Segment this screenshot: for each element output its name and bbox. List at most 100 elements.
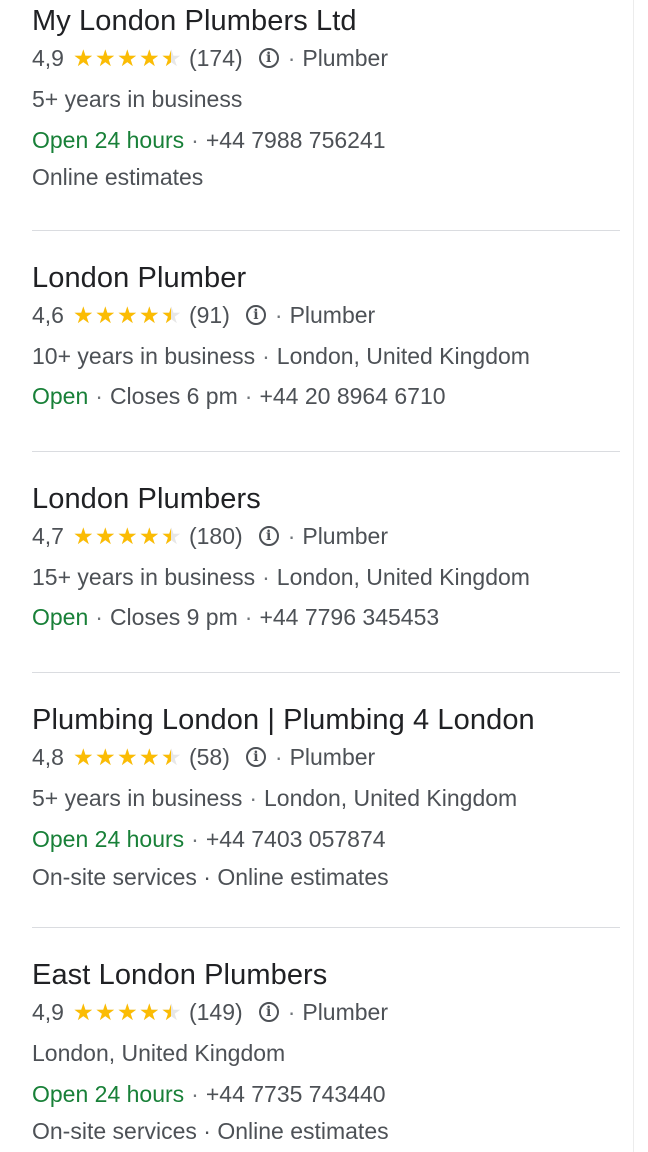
rating-value: 4,9 xyxy=(32,999,64,1025)
business-details: London, United Kingdom xyxy=(32,1038,622,1068)
star-icon: ★ ★ xyxy=(138,744,160,770)
review-count[interactable]: (149) xyxy=(189,997,243,1027)
open-status: Open 24 hours xyxy=(32,826,185,852)
business-category: Plumber xyxy=(302,523,389,549)
star-icon: ★ ★ xyxy=(160,302,182,328)
separator: · xyxy=(262,564,270,590)
star-icon: ★ ★ xyxy=(94,45,116,71)
star-rating: ★ ★ ★ ★ ★ ★ ★ ★ ★ ★ xyxy=(73,999,182,1025)
separator: · xyxy=(244,383,253,409)
listing-divider xyxy=(32,230,620,231)
star-icon: ★ ★ xyxy=(138,523,160,549)
hours-phone-row: Open · Closes 6 pm · +44 20 8964 6710 xyxy=(32,381,622,411)
business-location: London, United Kingdom xyxy=(276,343,530,369)
separator: · xyxy=(191,127,199,153)
star-icon: ★ ★ xyxy=(116,302,138,328)
rating-value: 4,8 xyxy=(32,744,64,770)
results-panel-edge xyxy=(633,0,634,1152)
closing-time: Closes 9 pm xyxy=(109,604,238,630)
listing-divider xyxy=(32,672,620,673)
star-rating: ★ ★ ★ ★ ★ ★ ★ ★ ★ ★ xyxy=(72,302,182,328)
years-in-business: 5+ years in business xyxy=(32,785,243,811)
separator: · xyxy=(274,744,283,770)
business-name[interactable]: East London Plumbers xyxy=(32,958,622,992)
star-icon: ★ ★ xyxy=(72,302,94,328)
business-name[interactable]: My London Plumbers Ltd xyxy=(32,4,622,38)
hours-phone-row: Open 24 hours · +44 7988 756241 xyxy=(32,125,622,155)
hours-phone-row: Open 24 hours · +44 7403 057874 xyxy=(32,824,622,854)
star-icon: ★ ★ xyxy=(116,523,138,549)
info-icon[interactable]: i xyxy=(258,1002,279,1022)
business-name[interactable]: London Plumbers xyxy=(32,482,622,516)
service-options: Online estimates xyxy=(32,164,204,190)
separator: · xyxy=(244,604,253,630)
review-count[interactable]: (180) xyxy=(189,521,243,551)
info-icon[interactable]: i xyxy=(258,526,279,546)
business-name[interactable]: London Plumber xyxy=(32,261,622,295)
hours-phone-row: Open · Closes 9 pm · +44 7796 345453 xyxy=(32,602,622,632)
business-details: 10+ years in business · London, United Kin… xyxy=(32,341,622,371)
info-icon[interactable]: i xyxy=(245,747,266,767)
separator: · xyxy=(262,343,270,369)
phone-number[interactable]: +44 7988 756241 xyxy=(206,127,386,153)
separator: · xyxy=(274,302,283,328)
separator: · xyxy=(287,999,296,1025)
business-listing[interactable]: My London Plumbers Ltd 4,9 ★ ★ ★ ★ ★ ★ ★ ★ ★ ★ (1… xyxy=(32,4,622,192)
separator: · xyxy=(95,383,103,409)
star-icon: ★ ★ xyxy=(138,999,160,1025)
separator: · xyxy=(191,826,199,852)
years-in-business: 5+ years in business xyxy=(32,86,243,112)
star-icon: ★ ★ xyxy=(116,999,138,1025)
years-in-business: 15+ years in business xyxy=(32,564,256,590)
separator: · xyxy=(287,45,296,71)
star-icon: ★ ★ xyxy=(138,302,160,328)
separator: · xyxy=(249,785,257,811)
star-icon: ★ ★ xyxy=(160,45,182,71)
star-icon: ★ ★ xyxy=(138,45,160,71)
review-count[interactable]: (174) xyxy=(189,43,243,73)
listing-divider xyxy=(32,451,620,452)
phone-number[interactable]: +44 7796 345453 xyxy=(259,604,439,630)
phone-number[interactable]: +44 20 8964 6710 xyxy=(259,383,445,409)
closing-time: Closes 6 pm xyxy=(109,383,238,409)
business-category: Plumber xyxy=(302,45,389,71)
star-icon: ★ ★ xyxy=(94,523,116,549)
phone-number[interactable]: +44 7403 057874 xyxy=(206,826,386,852)
business-details: 15+ years in business · London, United Kin… xyxy=(32,562,622,592)
business-location: London, United Kingdom xyxy=(276,564,530,590)
service-options: On-site services · Online estimates xyxy=(32,864,389,890)
business-listing[interactable]: London Plumber 4,6 ★ ★ ★ ★ ★ ★ ★ ★ ★ ★ (91) i · P… xyxy=(32,261,622,411)
star-rating: ★ ★ ★ ★ ★ ★ ★ ★ ★ ★ xyxy=(72,45,182,71)
rating-row: 4,6 ★ ★ ★ ★ ★ ★ ★ ★ ★ ★ (91) i · Plumber xyxy=(32,300,622,330)
business-location: London, United Kingdom xyxy=(32,1040,286,1066)
open-status: Open xyxy=(32,604,89,630)
business-details: 5+ years in business · London, United King… xyxy=(32,783,622,813)
years-in-business: 10+ years in business xyxy=(32,343,256,369)
star-icon: ★ ★ xyxy=(160,744,182,770)
info-icon[interactable]: i xyxy=(245,305,266,325)
business-name[interactable]: Plumbing London | Plumbing 4 London xyxy=(32,703,622,737)
hours-phone-row: Open 24 hours · +44 7735 743440 xyxy=(32,1079,622,1109)
business-listing[interactable]: Plumbing London | Plumbing 4 London 4,8 … xyxy=(32,703,622,892)
rating-value: 4,6 xyxy=(32,302,64,328)
separator: · xyxy=(287,523,296,549)
business-listing[interactable]: East London Plumbers 4,9 ★ ★ ★ ★ ★ ★ ★ ★ ★ ★ (149… xyxy=(32,958,622,1146)
star-icon: ★ ★ xyxy=(94,744,116,770)
business-category: Plumber xyxy=(289,302,376,328)
review-count[interactable]: (58) xyxy=(189,742,230,772)
service-options: On-site services · Online estimates xyxy=(32,1118,389,1144)
rating-row: 4,9 ★ ★ ★ ★ ★ ★ ★ ★ ★ ★ (174) i · Plumber xyxy=(32,43,622,73)
info-icon[interactable]: i xyxy=(258,48,279,68)
business-location: London, United Kingdom xyxy=(264,785,518,811)
star-rating: ★ ★ ★ ★ ★ ★ ★ ★ ★ ★ xyxy=(73,744,182,770)
star-icon: ★ ★ xyxy=(72,523,94,549)
review-count[interactable]: (91) xyxy=(189,300,230,330)
star-icon: ★ ★ xyxy=(72,45,94,71)
business-details: 5+ years in business xyxy=(32,84,622,114)
business-listing[interactable]: London Plumbers 4,7 ★ ★ ★ ★ ★ ★ ★ ★ ★ ★ (180) i ·… xyxy=(32,482,622,632)
phone-number[interactable]: +44 7735 743440 xyxy=(206,1081,386,1107)
business-category: Plumber xyxy=(289,744,376,770)
separator: · xyxy=(191,1081,199,1107)
business-category: Plumber xyxy=(302,999,389,1025)
listing-divider xyxy=(32,927,620,928)
